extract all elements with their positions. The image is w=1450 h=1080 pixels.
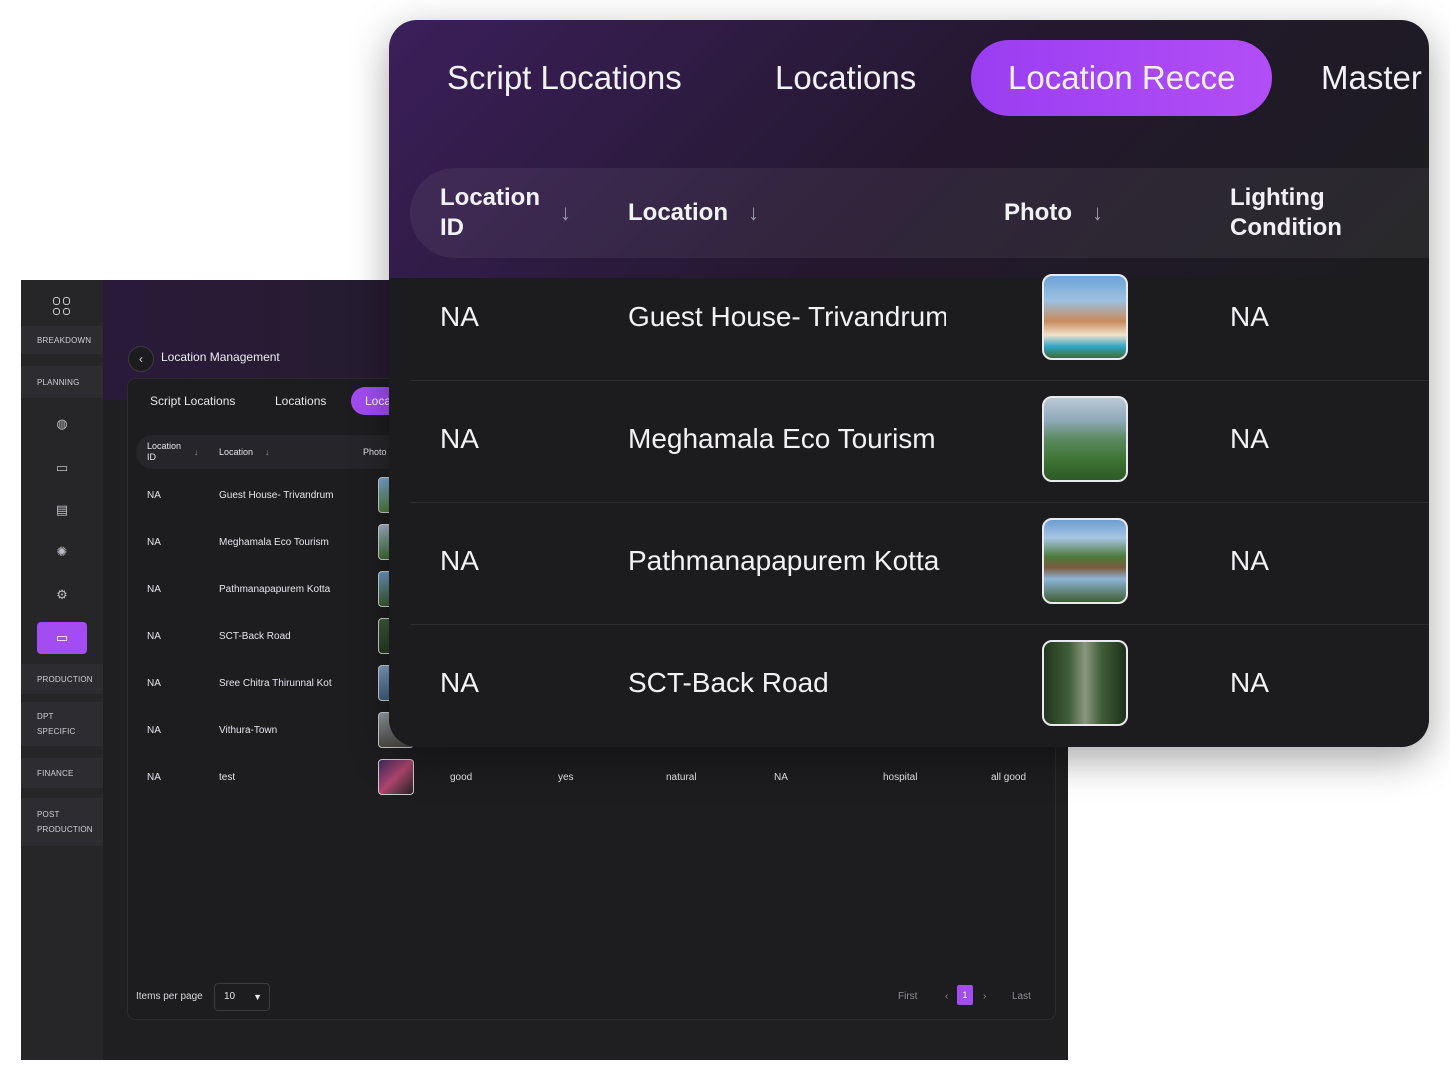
prev-page-button[interactable]: ‹ bbox=[945, 991, 948, 1002]
tab-locations[interactable]: Locations bbox=[261, 387, 340, 415]
table-row[interactable]: NA Pathmanapapurem Kotta NA bbox=[410, 502, 1429, 625]
column-location-id[interactable]: Location ID bbox=[147, 441, 187, 463]
sidebar-section-planning[interactable]: PLANNING bbox=[21, 366, 103, 398]
cell-lighting: good bbox=[450, 772, 473, 783]
cell-location: SCT-Back Road bbox=[219, 631, 291, 642]
grid-icon[interactable] bbox=[53, 297, 71, 315]
table-row[interactable]: NA Guest House- Trivandrum NA bbox=[410, 258, 1429, 381]
cell-location: Meghamala Eco Tourism bbox=[219, 537, 329, 548]
collage-photo[interactable] bbox=[378, 759, 414, 795]
cell-location: Pathmanapapurem Kotta bbox=[628, 545, 940, 576]
pond-photo[interactable] bbox=[1042, 518, 1128, 604]
hills-photo[interactable] bbox=[1042, 396, 1128, 482]
folder-icon[interactable]: ▭ bbox=[37, 622, 87, 654]
cell-permission: yes bbox=[558, 772, 574, 783]
sort-arrow-icon[interactable]: ↓ bbox=[1092, 198, 1103, 228]
cell-location-id: NA bbox=[440, 667, 479, 698]
cell-location-id: NA bbox=[440, 545, 479, 576]
tab-master[interactable]: Master bbox=[1321, 40, 1422, 116]
cell-light-type: natural bbox=[666, 772, 697, 783]
cell-na: NA bbox=[774, 772, 788, 783]
cell-lighting-condition: NA bbox=[1230, 545, 1269, 576]
items-per-page-select[interactable]: 10 ▼ bbox=[214, 983, 270, 1011]
items-per-page-label: Items per page bbox=[136, 991, 203, 1002]
cell-lighting-condition: NA bbox=[1230, 667, 1269, 698]
column-location[interactable]: Location bbox=[628, 198, 728, 228]
zoomed-table-card: Script Locations Locations Location Recc… bbox=[389, 20, 1429, 747]
forest-road-photo[interactable] bbox=[1042, 640, 1128, 726]
house-photo[interactable] bbox=[1042, 274, 1128, 360]
tab-script-locations[interactable]: Script Locations bbox=[136, 387, 249, 415]
first-page-button[interactable]: First bbox=[898, 991, 917, 1002]
cell-location-id: NA bbox=[147, 537, 161, 548]
cell-location: Meghamala Eco Tourism bbox=[628, 423, 936, 454]
cell-location-id: NA bbox=[147, 725, 161, 736]
table-row[interactable]: NA SCT-Back Road NA bbox=[410, 624, 1429, 746]
column-location[interactable]: Location bbox=[219, 435, 253, 469]
cell-location-id: NA bbox=[147, 678, 161, 689]
table-header: Location ID ↓ Location ↓ Photo ↓ Lightin… bbox=[410, 168, 1429, 258]
document-icon[interactable]: ▤ bbox=[54, 502, 70, 518]
cell-location-id: NA bbox=[147, 631, 161, 642]
page-number-current[interactable]: 1 bbox=[957, 985, 973, 1005]
monitor-icon[interactable]: ▭ bbox=[54, 460, 70, 476]
cell-location: Guest House- Trivandrum bbox=[219, 490, 334, 501]
cell-location: Sree Chitra Thirunnal Kot bbox=[219, 678, 332, 689]
sort-arrow-icon[interactable]: ↓ bbox=[748, 198, 759, 228]
chevron-down-icon: ▼ bbox=[253, 992, 262, 1002]
cell-location: Vithura-Town bbox=[219, 725, 278, 736]
cell-location-id: NA bbox=[440, 423, 479, 454]
sort-arrow-icon[interactable]: ↓ bbox=[265, 435, 270, 469]
page-title: Location Management bbox=[161, 350, 280, 364]
pagination-footer: Items per page 10 ▼ First ‹ 1 › Last bbox=[128, 971, 1055, 1019]
cell-nearby: hospital bbox=[883, 772, 918, 783]
cell-location-id: NA bbox=[147, 490, 161, 501]
sidebar: BREAKDOWN PLANNING ◍ ▭ ▤ ✺ ⚙ ▭ PRODUCTIO… bbox=[21, 280, 103, 1060]
column-lighting-condition[interactable]: Lighting Condition bbox=[1230, 183, 1360, 243]
sidebar-section-production[interactable]: PRODUCTION bbox=[21, 664, 103, 694]
cell-location: Guest House- Trivandrum bbox=[628, 301, 946, 332]
bulb-icon[interactable]: ✺ bbox=[54, 544, 70, 560]
sidebar-section-finance[interactable]: FINANCE bbox=[21, 758, 103, 788]
column-photo[interactable]: Photo bbox=[363, 435, 387, 469]
tab-location-recce[interactable]: Location Recce bbox=[971, 40, 1273, 116]
back-button[interactable]: ‹ bbox=[128, 346, 154, 372]
globe-icon[interactable]: ◍ bbox=[54, 416, 70, 432]
cell-lighting-condition: NA bbox=[1230, 301, 1269, 332]
next-page-button[interactable]: › bbox=[983, 991, 986, 1002]
cell-location: test bbox=[219, 772, 236, 783]
last-page-button[interactable]: Last bbox=[1012, 991, 1031, 1002]
sidebar-section-breakdown[interactable]: BREAKDOWN bbox=[21, 326, 103, 354]
cell-remarks: all good bbox=[991, 772, 1027, 783]
column-location-id[interactable]: Location ID bbox=[440, 183, 560, 243]
tab-locations[interactable]: Locations bbox=[775, 40, 916, 116]
cell-location-id: NA bbox=[147, 772, 161, 783]
sidebar-section-dpt-specific[interactable]: DPT SPECIFIC bbox=[21, 702, 103, 746]
cell-location-id: NA bbox=[147, 584, 161, 595]
cell-location: SCT-Back Road bbox=[628, 667, 829, 698]
sort-arrow-icon[interactable]: ↓ bbox=[560, 198, 571, 228]
table-row[interactable]: NA Meghamala Eco Tourism NA bbox=[410, 380, 1429, 503]
cell-location: Pathmanapapurem Kotta bbox=[219, 584, 331, 595]
settings-icon[interactable]: ⚙ bbox=[54, 587, 70, 603]
table-row[interactable]: NA test good yes natural NA hospital all… bbox=[128, 754, 1055, 801]
sidebar-section-post-production[interactable]: POST PRODUCTION bbox=[21, 798, 103, 846]
sort-arrow-icon[interactable]: ↓ bbox=[194, 435, 199, 469]
cell-location-id: NA bbox=[440, 301, 479, 332]
column-photo[interactable]: Photo bbox=[1004, 198, 1072, 228]
tab-script-locations[interactable]: Script Locations bbox=[447, 40, 682, 116]
cell-lighting-condition: NA bbox=[1230, 423, 1269, 454]
